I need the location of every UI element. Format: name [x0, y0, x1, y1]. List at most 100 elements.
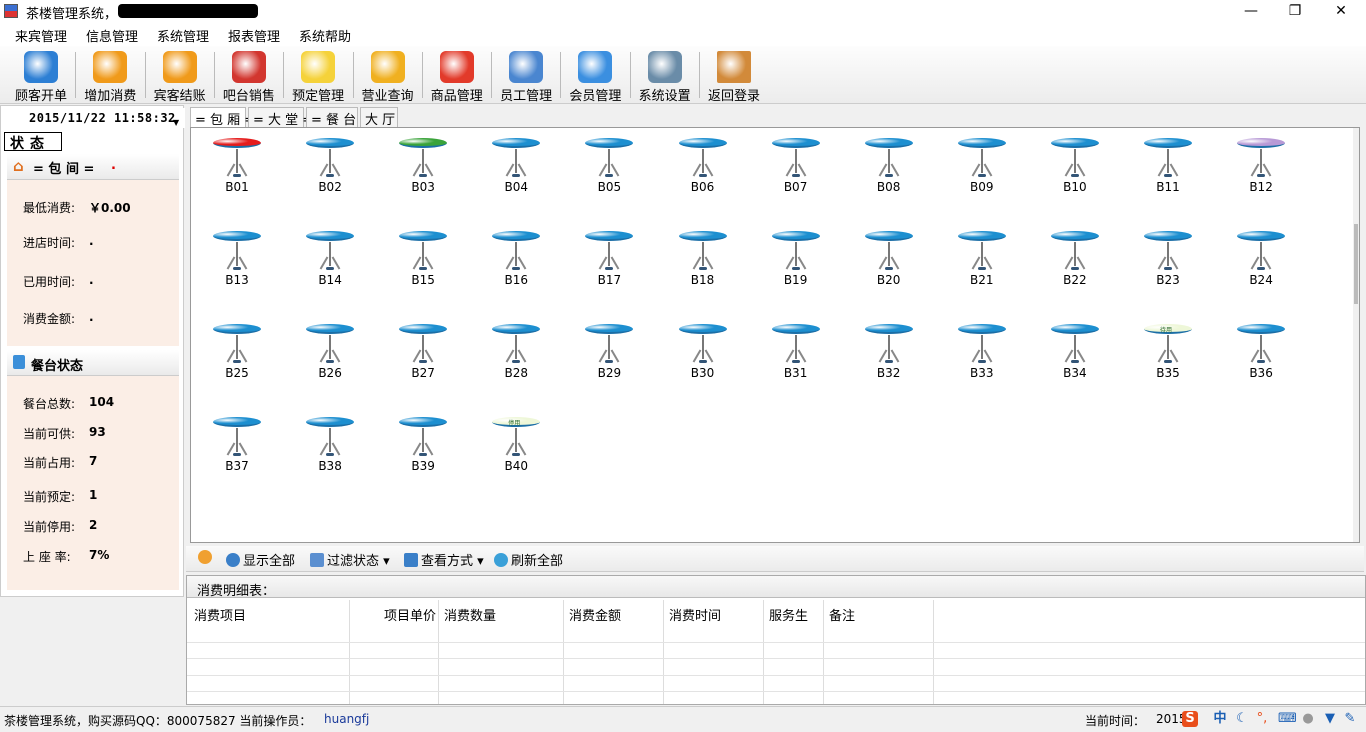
- column-header[interactable]: 消费数量: [444, 605, 496, 624]
- detail-grid[interactable]: 消费项目 项目单价 消费数量 消费金额 消费时间 服务生 备注: [187, 600, 1365, 704]
- filter-status-button[interactable]: 过滤状态 ▾: [310, 550, 390, 569]
- seat-B20[interactable]: B20: [859, 223, 919, 295]
- toolbar-button-2[interactable]: 宾客结账: [147, 49, 213, 104]
- column-header[interactable]: 项目单价: [384, 605, 436, 624]
- toolbar-button-8[interactable]: 会员管理: [562, 49, 628, 104]
- toolbar-button-9[interactable]: 系统设置: [632, 49, 698, 104]
- scrollbar-thumb[interactable]: [1354, 224, 1358, 304]
- punctuation-icon[interactable]: °,: [1254, 711, 1270, 727]
- seat-B27[interactable]: B27: [393, 316, 453, 388]
- seat-B05[interactable]: B05: [579, 130, 639, 202]
- menu-info[interactable]: 信息管理: [86, 26, 138, 45]
- seat-B23[interactable]: B23: [1138, 223, 1198, 295]
- seat-B14[interactable]: B14: [300, 223, 360, 295]
- close-button[interactable]: ✕: [1318, 0, 1364, 22]
- seat-B40[interactable]: 停用 B40: [486, 409, 546, 481]
- toolbar-button-1[interactable]: 增加消费: [77, 49, 143, 104]
- stool-leg: [422, 335, 425, 359]
- toolbar-button-4[interactable]: 预定管理: [285, 49, 351, 104]
- seat-B01[interactable]: B01: [207, 130, 267, 202]
- refresh-all-button[interactable]: 刷新全部: [494, 550, 563, 569]
- seat-B04[interactable]: B04: [486, 130, 546, 202]
- info-row: 最低消费: ￥0.00: [23, 199, 131, 216]
- maximize-button[interactable]: ❐: [1272, 0, 1318, 22]
- seat-B26[interactable]: B26: [300, 316, 360, 388]
- seat-B30[interactable]: B30: [673, 316, 733, 388]
- toolbar-separator: [352, 52, 354, 98]
- seat-B10[interactable]: B10: [1045, 130, 1105, 202]
- seat-B33[interactable]: B33: [952, 316, 1012, 388]
- seat-B24[interactable]: B24: [1231, 223, 1291, 295]
- stool-base: [419, 453, 428, 456]
- keyboard-icon[interactable]: ⌨: [1278, 711, 1297, 727]
- column-header[interactable]: 服务生: [769, 605, 808, 624]
- seat-B18[interactable]: B18: [673, 223, 733, 295]
- seat-B36[interactable]: B36: [1231, 316, 1291, 388]
- shirt-icon[interactable]: ▼: [1322, 711, 1338, 727]
- column-header[interactable]: 备注: [829, 605, 855, 624]
- toolbar-button-5[interactable]: 营业查询: [355, 49, 421, 104]
- detail-caption-text: 消费明细表：: [197, 584, 276, 599]
- seat-B12[interactable]: B12: [1231, 130, 1291, 202]
- toolbar-button-0[interactable]: 顾客开单: [8, 49, 74, 104]
- tab-3[interactable]: 大 厅: [360, 107, 398, 128]
- tab-2[interactable]: = 餐 台 =: [306, 107, 371, 128]
- column-header[interactable]: 消费金额: [569, 605, 621, 624]
- seat-B07[interactable]: B07: [766, 130, 826, 202]
- column-header[interactable]: 消费时间: [669, 605, 721, 624]
- chevron-down-icon[interactable]: ▼: [173, 118, 179, 127]
- seat-B08[interactable]: B08: [859, 130, 919, 202]
- minimize-button[interactable]: —: [1228, 0, 1274, 22]
- menu-help[interactable]: 系统帮助: [299, 26, 351, 45]
- seat-B28[interactable]: B28: [486, 316, 546, 388]
- column-header[interactable]: 消费项目: [194, 605, 246, 624]
- table-top-icon: [957, 324, 1006, 334]
- seat-B22[interactable]: B22: [1045, 223, 1105, 295]
- wrench-icon[interactable]: ✎: [1342, 711, 1358, 727]
- seat-B06[interactable]: B06: [673, 130, 733, 202]
- status-tab[interactable]: 状态: [4, 132, 62, 152]
- collapse-button[interactable]: [198, 550, 215, 566]
- vertical-scrollbar[interactable]: [1353, 128, 1359, 542]
- seat-B19[interactable]: B19: [766, 223, 826, 295]
- toolbar-button-10[interactable]: 返回登录: [701, 49, 767, 104]
- seat-B15[interactable]: B15: [393, 223, 453, 295]
- seat-B17[interactable]: B17: [579, 223, 639, 295]
- chinese-mode-icon[interactable]: 中: [1212, 711, 1228, 727]
- tab-0[interactable]: = 包 厢 =: [190, 107, 255, 128]
- user-icon[interactable]: ●: [1300, 711, 1316, 727]
- seat-B29[interactable]: B29: [579, 316, 639, 388]
- seat-B37[interactable]: B37: [207, 409, 267, 481]
- seat-B34[interactable]: B34: [1045, 316, 1105, 388]
- info-row: 当前停用: 2: [23, 518, 97, 535]
- seat-B11[interactable]: B11: [1138, 130, 1198, 202]
- seat-B09[interactable]: B09: [952, 130, 1012, 202]
- seat-label: B13: [225, 273, 249, 287]
- tab-1[interactable]: = 大 堂 =: [248, 107, 313, 128]
- seat-B02[interactable]: B02: [300, 130, 360, 202]
- search-icon: [404, 553, 418, 567]
- moon-icon[interactable]: ☾: [1234, 711, 1250, 727]
- table-top-icon: [213, 231, 261, 241]
- menu-report[interactable]: 报表管理: [228, 26, 280, 45]
- seat-B13[interactable]: B13: [207, 223, 267, 295]
- seat-B16[interactable]: B16: [486, 223, 546, 295]
- seat-B38[interactable]: B38: [300, 409, 360, 481]
- seat-B31[interactable]: B31: [766, 316, 826, 388]
- menu-guest[interactable]: 来宾管理: [15, 26, 67, 45]
- view-mode-button[interactable]: 查看方式 ▾: [404, 550, 484, 569]
- seat-B03[interactable]: B03: [393, 130, 453, 202]
- toolbar-button-3[interactable]: 吧台销售: [216, 49, 282, 104]
- stool-leg: [1167, 149, 1169, 173]
- seat-B21[interactable]: B21: [952, 223, 1012, 295]
- menu-system[interactable]: 系统管理: [157, 26, 209, 45]
- show-all-button[interactable]: 显示全部: [226, 550, 295, 569]
- toolbar-button-6[interactable]: 商品管理: [424, 49, 490, 104]
- seat-B25[interactable]: B25: [207, 316, 267, 388]
- seat-B35[interactable]: 待用 B35: [1138, 316, 1198, 388]
- sogou-icon[interactable]: S: [1182, 711, 1198, 727]
- seat-B39[interactable]: B39: [393, 409, 453, 481]
- toolbar-button-7[interactable]: 员工管理: [493, 49, 559, 104]
- seat-B32[interactable]: B32: [859, 316, 919, 388]
- datetime-picker[interactable]: 2015/11/22 11:58:32 ▼: [1, 108, 185, 128]
